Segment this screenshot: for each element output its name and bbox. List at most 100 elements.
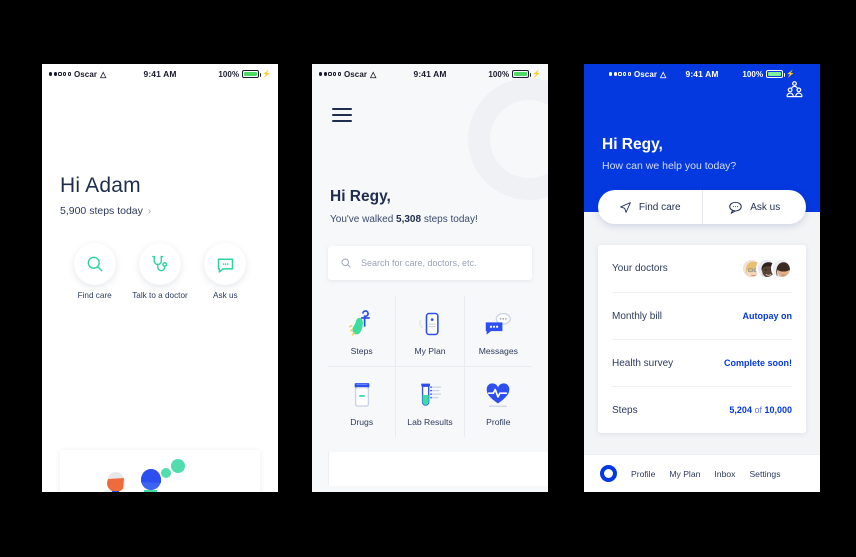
- action-label: Find care: [77, 291, 112, 300]
- grid-item-label: Drugs: [350, 417, 374, 427]
- battery-percent-label: 100%: [218, 69, 240, 79]
- carrier-label: Oscar: [343, 69, 368, 79]
- steps-separator: of: [751, 405, 765, 415]
- action-bubble: [204, 243, 247, 285]
- list-item-label: Health survey: [612, 357, 674, 369]
- doctors-illustration-art: [102, 459, 185, 492]
- grid-item-lab-results[interactable]: Lab Results: [395, 367, 463, 437]
- action-label: Ask us: [213, 291, 238, 300]
- steps-goal: 10,000: [764, 405, 792, 415]
- phone-screen-3: Oscar △ 9:41 AM 100% ⚡ Hi Regy, How can …: [584, 64, 820, 492]
- carrier-label: Oscar: [633, 69, 658, 79]
- grid-item-messages[interactable]: Messages: [463, 296, 532, 366]
- family-shield-icon[interactable]: [785, 80, 804, 104]
- list-item-monthly-bill[interactable]: Monthly bill Autopay on: [612, 292, 792, 339]
- action-ask-us[interactable]: Ask us: [701, 190, 807, 224]
- heart-pulse-icon: [465, 379, 532, 409]
- action-ask-us[interactable]: Ask us: [193, 243, 258, 303]
- grid-item-label: Lab Results: [407, 417, 453, 427]
- action-label: Find care: [638, 201, 681, 213]
- primary-actions-pill: Find care Ask us: [598, 190, 806, 224]
- wifi-icon: △: [100, 69, 107, 79]
- doctor-avatars[interactable]: [741, 258, 792, 279]
- feature-grid: Steps My Plan Messages Drugs Lab Results…: [328, 296, 532, 437]
- action-label: Ask us: [750, 201, 781, 213]
- feature-grid-row: Steps My Plan Messages: [328, 296, 532, 366]
- status-badge: Complete soon!: [723, 358, 792, 368]
- battery-icon: [766, 70, 786, 78]
- clock-label: 9:41 AM: [685, 69, 719, 79]
- test-tube-icon: [396, 379, 463, 409]
- grid-item-label: Profile: [486, 417, 511, 427]
- recent-activity-row-preview: [328, 452, 548, 486]
- phone2-content: Hi Regy, You've walked 5,308 steps today…: [312, 78, 548, 492]
- page-subtitle: How can we help you today?: [602, 160, 737, 172]
- wifi-icon: △: [370, 69, 377, 79]
- action-find-care[interactable]: Find care: [598, 190, 702, 224]
- phone-card-icon: [396, 308, 463, 338]
- stethoscope-icon: [152, 255, 168, 271]
- screenshot-stage: Oscar △ 9:41 AM 100% ⚡ Hi Adam 5,900 ste…: [0, 0, 856, 557]
- grid-item-drugs[interactable]: Drugs: [328, 367, 395, 437]
- grid-item-label: Steps: [350, 346, 373, 356]
- steps-shoe-icon: [328, 308, 395, 338]
- list-item-your-doctors[interactable]: Your doctors: [612, 245, 792, 292]
- decorative-ring: [468, 78, 548, 200]
- signal-dots-icon: [49, 72, 71, 76]
- page-title: Hi Adam: [60, 174, 141, 197]
- steps-progress-value: 5,204 of 10,000: [729, 405, 792, 415]
- grid-item-label: Messages: [478, 346, 518, 356]
- battery-percent-label: 100%: [488, 69, 510, 79]
- avatar: [771, 258, 792, 279]
- tab-inbox[interactable]: Inbox: [714, 469, 735, 479]
- clock-label: 9:41 AM: [413, 69, 447, 79]
- search-input[interactable]: Search for care, doctors, etc.: [328, 246, 532, 280]
- list-item-label: Steps: [612, 404, 638, 416]
- tab-profile[interactable]: Profile: [631, 469, 655, 479]
- summary-card: Your doctors Monthly bill Autopay on Hea…: [598, 245, 806, 433]
- steps-current: 5,204: [729, 405, 752, 415]
- phone1-content: Hi Adam 5,900 steps today › Find care Ta…: [42, 174, 278, 492]
- clock-label: 9:41 AM: [143, 69, 177, 79]
- list-item-steps[interactable]: Steps 5,204 of 10,000: [612, 386, 792, 433]
- action-bubble: [138, 243, 181, 285]
- chat-bubble-icon: [729, 201, 742, 214]
- status-bar: Oscar △ 9:41 AM 100% ⚡: [42, 64, 278, 84]
- list-item-health-survey[interactable]: Health survey Complete soon!: [612, 339, 792, 386]
- steps-prefix: You've walked: [330, 214, 397, 225]
- grid-item-my-plan[interactable]: My Plan: [395, 296, 463, 366]
- steps-count: 5,308: [396, 214, 422, 225]
- bottom-tab-bar: Profile My Plan Inbox Settings: [584, 454, 820, 492]
- list-item-label: Your doctors: [612, 263, 668, 274]
- charging-bolt-icon: ⚡: [532, 71, 542, 78]
- list-item-label: Monthly bill: [612, 310, 663, 322]
- steps-today-label: 5,900 steps today: [60, 205, 143, 217]
- oscar-o-logo-icon[interactable]: [600, 465, 617, 482]
- grid-item-profile[interactable]: Profile: [463, 367, 532, 437]
- grid-item-steps[interactable]: Steps: [328, 296, 395, 366]
- hamburger-menu-icon[interactable]: [332, 108, 352, 122]
- doctors-illustration: [60, 450, 260, 492]
- steps-today-row[interactable]: 5,900 steps today ›: [60, 205, 260, 217]
- action-bubble: [73, 243, 116, 285]
- messages-icon: [465, 308, 532, 338]
- steps-subtitle: You've walked 5,308 steps today!: [330, 214, 478, 225]
- search-icon: [341, 258, 351, 268]
- tab-my-plan[interactable]: My Plan: [669, 469, 700, 479]
- phone-screen-1: Oscar △ 9:41 AM 100% ⚡ Hi Adam 5,900 ste…: [42, 64, 278, 492]
- charging-bolt-icon: ⚡: [262, 71, 272, 78]
- carrier-label: Oscar: [73, 69, 98, 79]
- paper-plane-icon: [620, 201, 631, 213]
- signal-dots-icon: [319, 72, 341, 76]
- quick-actions: Find care Talk to a doctor Ask us: [60, 243, 260, 303]
- action-label: Talk to a doctor: [132, 291, 188, 300]
- feature-grid-row: Drugs Lab Results Profile: [328, 366, 532, 437]
- search-placeholder: Search for care, doctors, etc.: [361, 258, 477, 268]
- action-talk-to-a-doctor[interactable]: Talk to a doctor: [127, 243, 192, 303]
- phone-screen-2: Oscar △ 9:41 AM 100% ⚡ Hi Regy, You've w…: [312, 64, 548, 492]
- search-icon: [87, 256, 103, 272]
- steps-suffix: steps today!: [421, 214, 478, 225]
- tab-settings[interactable]: Settings: [749, 469, 780, 479]
- action-find-care[interactable]: Find care: [62, 243, 127, 303]
- status-bar: Oscar △ 9:41 AM 100% ⚡: [602, 64, 802, 84]
